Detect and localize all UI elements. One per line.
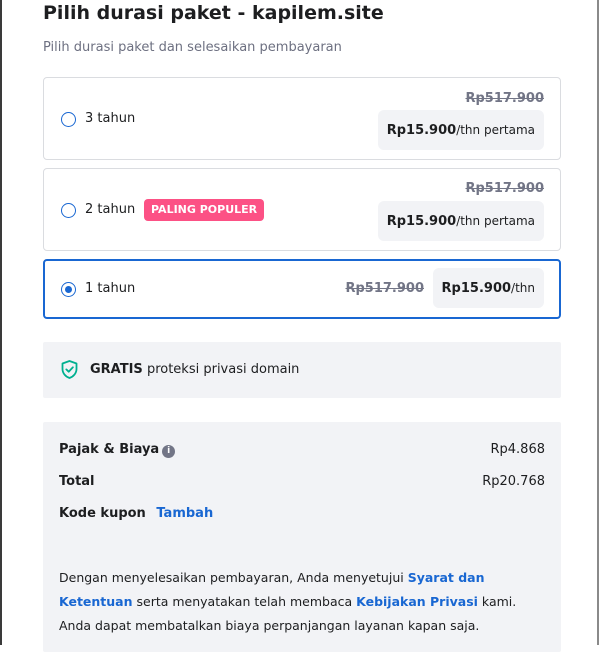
shield-check-icon (61, 360, 78, 379)
info-icon[interactable]: i (162, 445, 176, 458)
radio-button[interactable] (61, 203, 76, 218)
plan-option-3-years[interactable]: 3 tahun Rp517.900 Rp15.900/thn pertama (43, 77, 561, 160)
price-unit: /thn pertama (456, 123, 535, 137)
original-price: Rp517.900 (345, 281, 424, 296)
privacy-protection-banner: GRATIS proteksi privasi domain (43, 342, 561, 398)
plan-option-2-years[interactable]: 2 tahun PALING POPULER Rp517.900 Rp15.90… (43, 168, 561, 251)
window-edge-left (0, 0, 2, 645)
add-coupon-link[interactable]: Tambah (156, 506, 213, 521)
privacy-description: proteksi privasi domain (142, 362, 300, 377)
legal-part-1: Dengan menyelesaikan pembayaran, Anda me… (59, 570, 408, 585)
order-summary: Pajak & Biaya i Rp4.868 Total Rp20.768 Ko… (43, 422, 561, 652)
price-box: Rp15.900/thn pertama (377, 201, 544, 241)
price-unit: /thn (511, 281, 535, 295)
original-price: Rp517.900 (465, 91, 544, 106)
price-box: Rp15.900/thn pertama (377, 110, 544, 150)
total-label: Total (59, 474, 95, 489)
total-value: Rp20.768 (482, 474, 545, 489)
plan-option-1-year[interactable]: 1 tahun Rp517.900 Rp15.900/thn (43, 259, 561, 319)
discount-price: Rp15.900 (386, 214, 457, 229)
plan-label: 3 tahun (85, 111, 136, 126)
coupon-row: Kode kupon Tambah (59, 506, 213, 521)
radio-button[interactable] (61, 112, 76, 127)
discount-price: Rp15.900 (386, 123, 457, 138)
privacy-policy-link[interactable]: Kebijakan Privasi (356, 594, 478, 609)
privacy-free-label: GRATIS (90, 362, 143, 377)
popular-badge: PALING POPULER (144, 199, 265, 221)
coupon-label: Kode kupon (59, 506, 146, 521)
tax-value: Rp4.868 (490, 442, 545, 457)
legal-part-2: serta menyatakan telah membaca (132, 594, 357, 609)
price-box: Rp15.900/thn (432, 268, 544, 308)
discount-price: Rp15.900 (441, 281, 512, 296)
privacy-text: GRATIS proteksi privasi domain (90, 362, 299, 377)
tax-label: Pajak & Biaya (59, 442, 160, 457)
radio-dot (65, 286, 72, 293)
radio-button-selected[interactable] (61, 282, 76, 297)
legal-text: Dengan menyelesaikan pembayaran, Anda me… (59, 566, 539, 638)
original-price: Rp517.900 (465, 181, 544, 196)
page-title: Pilih durasi paket - kapilem.site (43, 2, 384, 24)
price-unit: /thn pertama (456, 214, 535, 228)
page-subtitle: Pilih durasi paket dan selesaikan pembay… (43, 40, 342, 55)
plan-label: 1 tahun (85, 281, 136, 296)
plan-label: 2 tahun (85, 202, 136, 217)
tax-row-label: Pajak & Biaya i (59, 442, 176, 458)
